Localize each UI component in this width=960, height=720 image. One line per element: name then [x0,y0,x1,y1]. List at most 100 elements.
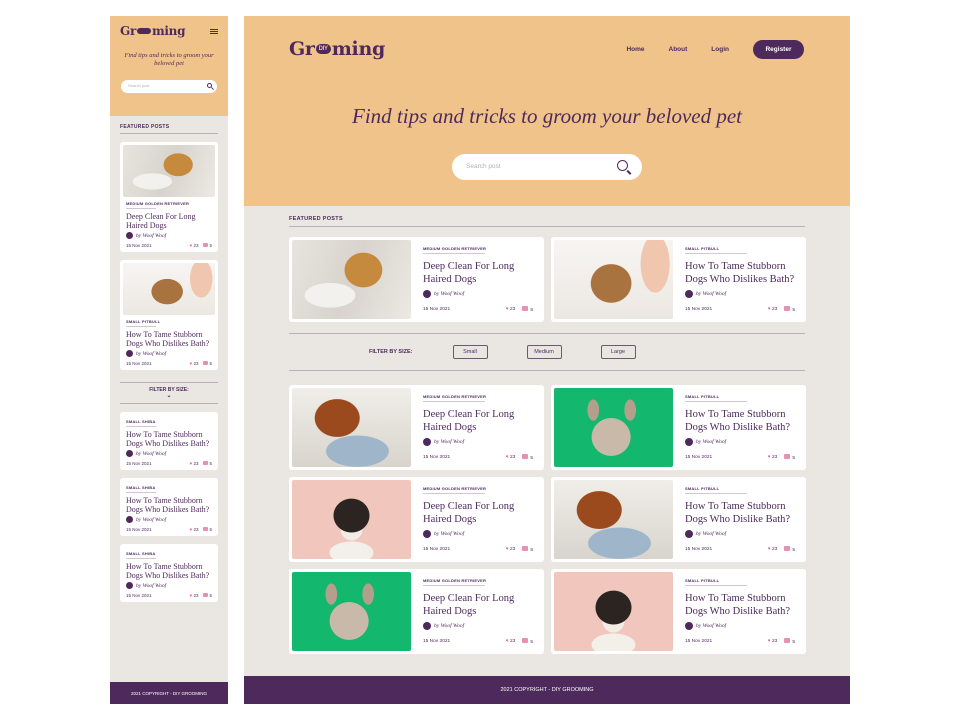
heart-icon[interactable]: ♥ [190,243,193,248]
post-card[interactable]: MEDIUM GOLDEN RETRIEVER Deep Clean For L… [289,477,544,562]
post-meta: 15 Nov 2021 ♥ 23 5 [423,638,533,645]
post-title[interactable]: Deep Clean For Long Haired Dogs [423,260,535,286]
nav-about-link[interactable]: About [669,46,688,53]
comment-icon[interactable] [522,546,529,551]
comment-icon[interactable] [784,454,791,459]
post-author: by Woof Woof [685,622,797,630]
comment-icon[interactable] [784,306,791,311]
post-card[interactable]: SMALL PITBULL How To Tame Stubborn Dogs … [551,569,806,654]
comment-icon[interactable] [522,454,529,459]
post-card[interactable]: MEDIUM GOLDEN RETRIEVER Deep Clean For L… [120,142,218,252]
like-count: 23 [771,547,778,552]
comment-icon[interactable] [203,243,209,247]
comment-count: 5 [792,456,795,461]
post-image [292,572,411,651]
comment-icon[interactable] [522,306,529,311]
post-title[interactable]: How To Tame Stubborn Dogs Who Dislikes B… [126,330,212,348]
comment-icon[interactable] [522,638,529,643]
comment-count: 5 [530,308,533,313]
post-image [554,388,673,467]
post-title[interactable]: Deep Clean For Long Haired Dogs [423,500,535,526]
post-tag: SMALL SHIBA [126,551,212,559]
post-card[interactable]: SMALL PITBULL How To Tame Stubborn Dogs … [551,385,806,470]
logo-text-end: ming [151,24,186,38]
post-tag: MEDIUM GOLDEN RETRIEVER [126,201,212,209]
like-count: 23 [771,455,778,460]
comment-icon[interactable] [203,361,209,365]
heart-icon[interactable]: ♥ [506,455,509,460]
chevron-down-icon[interactable]: ⌄ [120,393,218,399]
post-title[interactable]: Deep Clean For Long Haired Dogs [126,212,212,230]
post-title[interactable]: Deep Clean For Long Haired Dogs [423,592,535,618]
avatar [126,450,133,457]
post-image [123,145,215,197]
post-title[interactable]: How To Tame Stubborn Dogs Who Dislike Ba… [685,408,797,434]
post-card[interactable]: MEDIUM GOLDEN RETRIEVER Deep Clean For L… [289,569,544,654]
like-count: 23 [509,639,516,644]
comment-icon[interactable] [784,546,791,551]
comment-icon[interactable] [784,638,791,643]
heart-icon[interactable]: ♥ [190,527,193,532]
like-count: 23 [193,361,199,366]
post-tag: MEDIUM GOLDEN RETRIEVER [423,394,535,402]
logo[interactable]: GrDIYming [289,38,385,60]
register-button[interactable]: Register [753,40,804,59]
heart-icon[interactable]: ♥ [506,639,509,644]
mobile-search-input[interactable]: Search post [121,80,217,93]
nav-home-link[interactable]: Home [626,46,644,53]
post-title[interactable]: How To Tame Stubborn Dogs Who Dislike Ba… [685,592,797,618]
heart-icon[interactable]: ♥ [190,593,193,598]
post-card[interactable]: SMALL SHIBA How To Tame Stubborn Dogs Wh… [120,412,218,470]
comment-icon[interactable] [203,593,209,597]
mobile-filter-toggle[interactable]: FILTER BY SIZE: ⌄ [120,382,218,404]
post-title[interactable]: How To Tame Stubborn Dogs Who Dislikes B… [126,562,212,580]
heart-icon[interactable]: ♥ [768,547,771,552]
hero-banner: Gr DIY ming Home About Login Register Find… [244,16,850,206]
post-meta: 15 Nov 2021 ♥ 23 5 [423,306,533,313]
search-icon[interactable] [617,160,628,171]
logo[interactable]: GrDIYming [120,24,218,38]
heart-icon[interactable]: ♥ [190,361,193,366]
post-author: by Woof Woof [423,290,535,298]
post-card[interactable]: SMALL PITBULL How To Tame Stubborn Dogs … [120,260,218,370]
post-card[interactable]: SMALL SHIBA How To Tame Stubborn Dogs Wh… [120,544,218,602]
post-meta: 15 Nov 2021 ♥ 23 5 [126,243,212,248]
post-card[interactable]: SMALL PITBULL How To Tame Stubborn Dogs … [551,477,806,562]
post-card[interactable]: SMALL SHIBA How To Tame Stubborn Dogs Wh… [120,478,218,536]
desktop-view: Gr DIY ming Home About Login Register Find… [244,16,850,704]
post-title[interactable]: Deep Clean For Long Haired Dogs [423,408,535,434]
post-title[interactable]: How To Tame Stubborn Dogs Who Dislike Ba… [685,500,797,526]
post-title[interactable]: How To Tame Stubborn Dogs Who Dislikes B… [126,430,212,448]
search-icon[interactable] [207,83,212,88]
comment-icon[interactable] [203,527,209,531]
post-author: by Woof Woof [685,290,797,298]
heart-icon[interactable]: ♥ [506,307,509,312]
comment-icon[interactable] [203,461,209,465]
heart-icon[interactable]: ♥ [506,547,509,552]
nav-login-link[interactable]: Login [711,46,729,53]
heart-icon[interactable]: ♥ [768,307,771,312]
like-count: 23 [771,307,778,312]
post-card[interactable]: MEDIUM GOLDEN RETRIEVER Deep Clean For L… [289,385,544,470]
post-title[interactable]: How To Tame Stubborn Dogs Who Dislikes B… [685,260,797,286]
search-input[interactable]: Search post [452,154,642,180]
filter-medium-button[interactable]: Medium [526,345,562,359]
post-date: 15 Nov 2021 [126,527,152,532]
avatar [685,622,693,630]
avatar [685,290,693,298]
heart-icon[interactable]: ♥ [190,461,193,466]
post-title[interactable]: How To Tame Stubborn Dogs Who Dislikes B… [126,496,212,514]
heart-icon[interactable]: ♥ [768,455,771,460]
section-title: FEATURED POSTS [120,124,218,134]
post-meta: 15 Nov 2021 ♥ 23 5 [126,461,212,466]
comment-count: 5 [209,527,212,532]
post-card[interactable]: MEDIUM GOLDEN RETRIEVER Deep Clean For L… [289,237,544,322]
post-tag: MEDIUM GOLDEN RETRIEVER [423,578,535,586]
post-card[interactable]: SMALL PITBULL How To Tame Stubborn Dogs … [551,237,806,322]
filter-small-button[interactable]: Small [452,345,488,359]
heart-icon[interactable]: ♥ [768,639,771,644]
filter-large-button[interactable]: Large [600,345,636,359]
search-placeholder: Search post [466,163,501,170]
hamburger-menu-icon[interactable] [210,29,218,34]
main-content: FEATURED POSTS MEDIUM GOLDEN RETRIEVER D… [244,206,850,654]
